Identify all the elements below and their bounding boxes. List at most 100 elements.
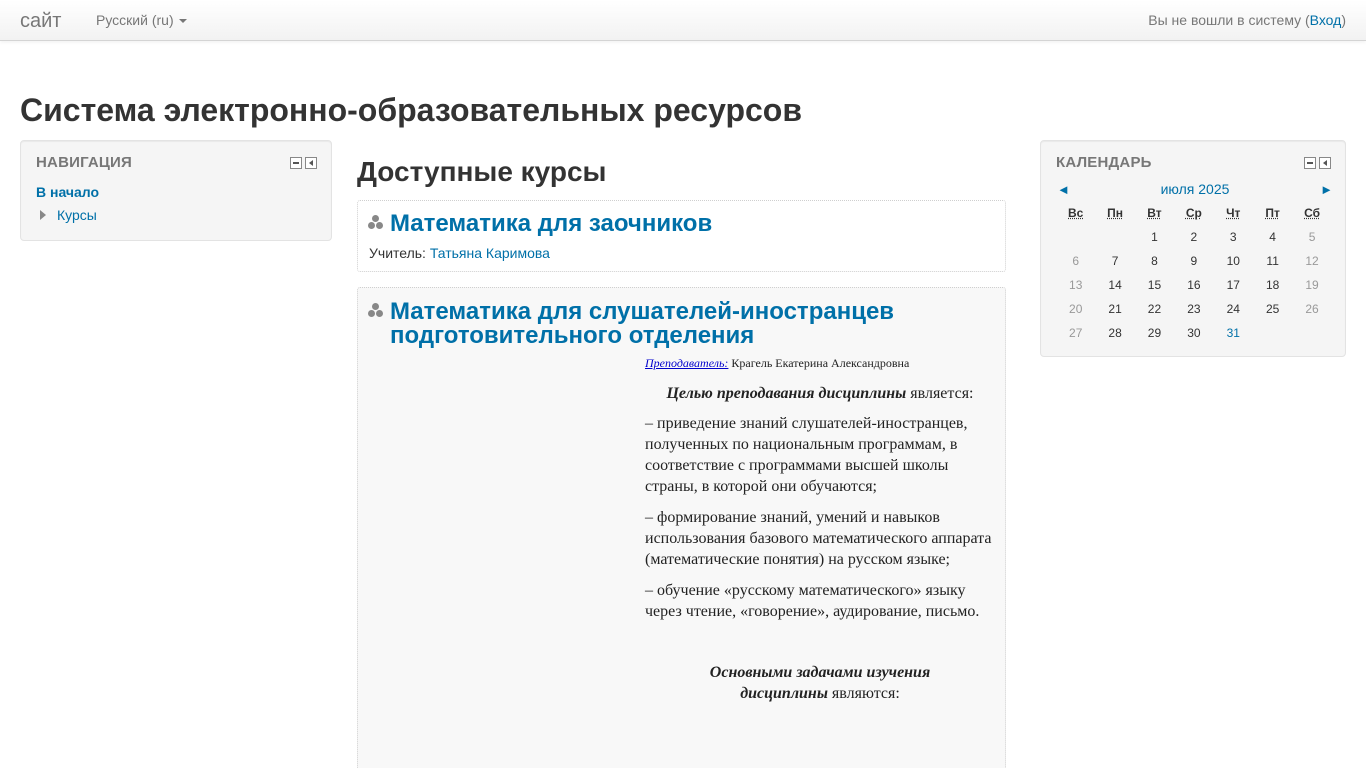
calendar-day — [1095, 225, 1134, 249]
summary-tasks-bold-2: дисциплины — [740, 685, 828, 702]
calendar-weekday: Вс — [1056, 201, 1095, 225]
calendar-day: 22 — [1135, 297, 1174, 321]
nav-home-link[interactable]: В начало — [36, 184, 99, 200]
calendar-weekday: Чт — [1214, 201, 1253, 225]
calendar-weekday: Ср — [1174, 201, 1213, 225]
summary-item-2: – формирование знаний, умений и навыков … — [645, 507, 995, 570]
calendar-week-row: 1 2 3 4 5 — [1056, 225, 1332, 249]
expand-arrow-icon[interactable] — [40, 210, 46, 220]
navigation-block: НАВИГАЦИЯ В начало Курсы — [20, 140, 332, 241]
teacher-label: Учитель: — [369, 245, 430, 261]
calendar-day: 1 — [1135, 225, 1174, 249]
calendar-day: 10 — [1214, 249, 1253, 273]
hide-block-icon[interactable] — [290, 157, 302, 169]
language-menu[interactable]: Русский (ru) — [96, 12, 187, 28]
dock-block-icon[interactable] — [305, 157, 317, 169]
calendar-day: 11 — [1253, 249, 1292, 273]
course-title-link[interactable]: Математика для заочников — [390, 212, 712, 236]
calendar-month-link[interactable]: июля 2025 — [1057, 181, 1333, 197]
summary-tasks: Основными задачами изучения дисциплины яв… — [645, 662, 995, 704]
page-title: Система электронно-образовательных ресур… — [20, 92, 802, 129]
calendar-day — [1253, 321, 1292, 345]
calendar-day: 20 — [1056, 297, 1095, 321]
nav-courses-item[interactable]: Курсы — [40, 207, 97, 223]
calendar-day: 8 — [1135, 249, 1174, 273]
summary-goal: Целью преподавания дисциплины является: — [645, 383, 995, 404]
calendar-day: 21 — [1095, 297, 1134, 321]
calendar-day: 23 — [1174, 297, 1213, 321]
summary-item-1: – приведение знаний слушателей-иностранц… — [645, 413, 995, 497]
calendar-header: июля 2025 ◄ ► — [1057, 181, 1333, 199]
calendar-week-row: 13 14 15 16 17 18 19 — [1056, 273, 1332, 297]
summary-tasks-bold-1: Основными задачами изучения — [710, 664, 930, 681]
calendar-weekday: Пн — [1095, 201, 1134, 225]
dock-block-icon[interactable] — [1319, 157, 1331, 169]
calendar-day — [1292, 321, 1331, 345]
calendar-weekday: Сб — [1292, 201, 1331, 225]
summary-goal-bold: Целью преподавания дисциплины — [666, 385, 906, 402]
calendar-day: 9 — [1174, 249, 1213, 273]
summary-teacher-label: Преподаватель: — [645, 356, 728, 370]
calendar-day: 14 — [1095, 273, 1134, 297]
summary-teacher-line: Преподаватель: Крагель Екатерина Алексан… — [645, 356, 995, 371]
language-label: Русский (ru) — [96, 12, 174, 28]
login-status-text: Вы не вошли в систему ( — [1148, 12, 1309, 28]
calendar-day: 31 — [1214, 321, 1253, 345]
calendar-weekday: Пт — [1253, 201, 1292, 225]
calendar-day: 15 — [1135, 273, 1174, 297]
course-card: Математика для заочников Учитель: Татьян… — [357, 200, 1006, 272]
site-brand-link[interactable]: сайт — [20, 10, 61, 33]
calendar-week-row: 20 21 22 23 24 25 26 — [1056, 297, 1332, 321]
calendar-day: 5 — [1292, 225, 1331, 249]
calendar-week-row: 27 28 29 30 31 — [1056, 321, 1332, 345]
summary-goal-rest: является: — [906, 385, 973, 402]
calendar-day: 19 — [1292, 273, 1331, 297]
course-teacher: Учитель: Татьяна Каримова — [369, 245, 550, 261]
calendar-day: 17 — [1214, 273, 1253, 297]
calendar-table: Вс Пн Вт Ср Чт Пт Сб 1 2 3 4 5 6 7 8 9 10 11 12 13 14 15 16 17… — [1056, 201, 1332, 345]
teacher-link[interactable]: Татьяна Каримова — [430, 245, 550, 261]
block-controls — [1304, 157, 1331, 169]
hide-block-icon[interactable] — [1304, 157, 1316, 169]
login-link[interactable]: Вход — [1310, 12, 1342, 28]
course-title-line1: Математика для слушателей-иностранцев — [390, 298, 894, 325]
calendar-day: 2 — [1174, 225, 1213, 249]
calendar-day: 7 — [1095, 249, 1134, 273]
previous-month-icon[interactable]: ◄ — [1057, 182, 1070, 197]
block-controls — [290, 157, 317, 169]
calendar-day — [1056, 225, 1095, 249]
calendar-day: 26 — [1292, 297, 1331, 321]
calendar-day: 29 — [1135, 321, 1174, 345]
course-title-link[interactable]: Математика для слушателей-иностранцев по… — [390, 300, 894, 348]
calendar-day: 6 — [1056, 249, 1095, 273]
calendar-day: 3 — [1214, 225, 1253, 249]
calendar-day: 4 — [1253, 225, 1292, 249]
summary-teacher-name: Крагель Екатерина Александровна — [728, 356, 909, 370]
course-summary: Преподаватель: Крагель Екатерина Алексан… — [645, 356, 995, 714]
top-navbar: сайт Русский (ru) Вы не вошли в систему … — [0, 0, 1366, 41]
course-icon — [368, 215, 384, 231]
calendar-day: 28 — [1095, 321, 1134, 345]
calendar-day: 18 — [1253, 273, 1292, 297]
summary-item-3: – обучение «русскому математического» яз… — [645, 580, 995, 622]
nav-courses-label: Курсы — [57, 207, 97, 223]
course-title-line2: подготовительного отделения — [390, 322, 754, 349]
next-month-icon[interactable]: ► — [1320, 182, 1333, 197]
available-courses-heading: Доступные курсы — [357, 156, 606, 188]
calendar-day: 24 — [1214, 297, 1253, 321]
calendar-day: 30 — [1174, 321, 1213, 345]
calendar-block-title: КАЛЕНДАРЬ — [1056, 154, 1152, 171]
course-icon — [368, 303, 384, 319]
login-info: Вы не вошли в систему (Вход) — [1148, 12, 1346, 28]
calendar-weekday: Вт — [1135, 201, 1174, 225]
caret-down-icon — [179, 19, 187, 23]
calendar-day: 13 — [1056, 273, 1095, 297]
calendar-day: 27 — [1056, 321, 1095, 345]
login-status-close: ) — [1341, 12, 1346, 28]
calendar-day: 12 — [1292, 249, 1331, 273]
navigation-block-title: НАВИГАЦИЯ — [36, 154, 132, 171]
calendar-day: 25 — [1253, 297, 1292, 321]
course-card: Математика для слушателей-иностранцев по… — [357, 287, 1006, 768]
calendar-block: КАЛЕНДАРЬ июля 2025 ◄ ► Вс Пн Вт Ср Чт Пт Сб 1… — [1040, 140, 1346, 357]
summary-tasks-rest: являются: — [828, 685, 900, 702]
